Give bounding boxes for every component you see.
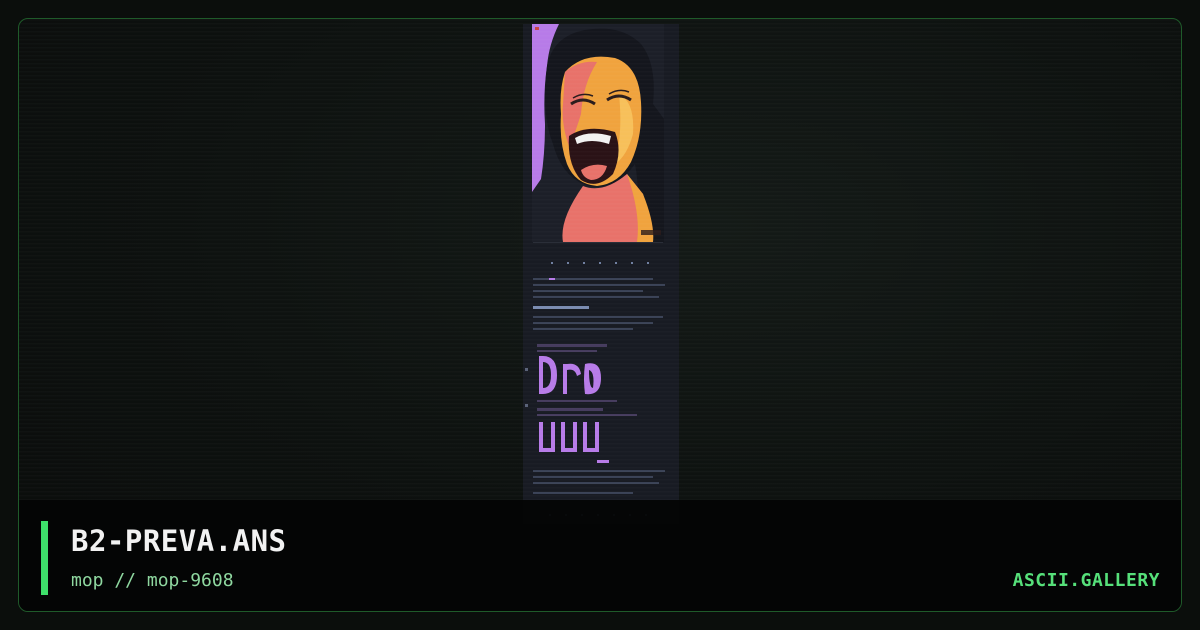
artwork-title: B2-PREVA.ANS	[71, 524, 287, 558]
artist-byline: mop // mop-9608	[71, 570, 234, 591]
info-footer: B2-PREVA.ANS mop // mop-9608 ASCII.GALLE…	[19, 500, 1181, 611]
site-brand: ASCII.GALLERY	[1012, 570, 1160, 591]
preview-card: B2-PREVA.ANS mop // mop-9608 ASCII.GALLE…	[18, 18, 1182, 612]
artwork-illustration	[525, 24, 665, 516]
accent-bar	[41, 521, 48, 595]
ansi-artwork-preview	[523, 24, 679, 524]
